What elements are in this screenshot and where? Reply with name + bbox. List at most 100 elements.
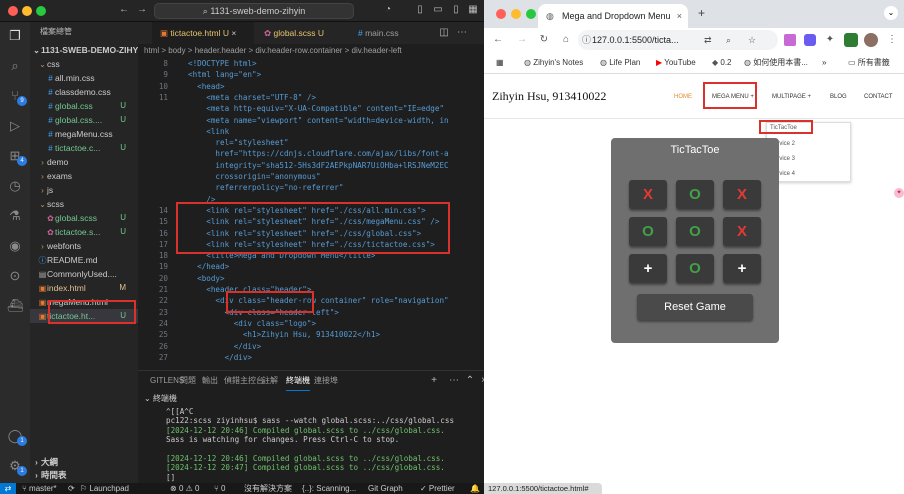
reload-icon[interactable]: ↻ xyxy=(538,34,550,46)
back-arrow-icon[interactable]: ← xyxy=(492,34,504,46)
panel-tab[interactable]: 終端機 xyxy=(286,371,310,391)
forward-arrow-icon[interactable]: → xyxy=(136,4,148,16)
manage-gear-icon[interactable]: ⚙ 1 xyxy=(5,456,27,476)
launchpad-item[interactable]: ⚐ Launchpad xyxy=(80,483,129,494)
tree-item[interactable]: # classdemo.css xyxy=(30,85,138,99)
terminal[interactable]: ^[[A^C pc122:scss ziyinhsu$ sass --watch … xyxy=(138,407,484,483)
issues-item[interactable]: 沒有解決方案 xyxy=(244,483,292,494)
board-cell[interactable]: + xyxy=(629,254,667,283)
ports-indicator[interactable]: ⑂ 0 xyxy=(214,483,225,494)
git-graph-item[interactable]: Git Graph xyxy=(368,483,403,494)
tree-item[interactable]: # global.css U xyxy=(30,99,138,113)
board-cell[interactable]: O xyxy=(676,217,714,246)
nav-home[interactable]: HOME xyxy=(674,94,692,100)
tree-item[interactable]: ⌄css xyxy=(30,57,138,71)
timeline-section[interactable]: › 時間表 xyxy=(30,468,138,482)
tree-item[interactable]: ⌄scss xyxy=(30,197,138,211)
zoom-button[interactable] xyxy=(36,6,46,16)
tree-item[interactable]: ✿tictactoe.s... U xyxy=(30,225,138,239)
command-center[interactable]: ⌕ 1131-sweb-demo-zihyin xyxy=(154,3,354,19)
tab-search-icon[interactable]: ⌄ xyxy=(884,6,898,20)
search-icon[interactable]: ⌕ xyxy=(5,56,25,76)
copilot-icon[interactable]: ◔ xyxy=(382,4,394,16)
layout-icon[interactable]: ▦ xyxy=(467,4,479,16)
nav-blog[interactable]: BLOG xyxy=(830,94,847,100)
bookmarks-overflow-icon[interactable]: » xyxy=(822,52,826,74)
project-root[interactable]: ⌄1131-SWEB-DEMO-ZIHYIN xyxy=(30,43,138,57)
site-info-icon[interactable]: ⓘ xyxy=(582,30,591,50)
tab-main-css[interactable]: # main.css xyxy=(350,22,430,44)
bookmark-youtube[interactable]: ▶ YouTube xyxy=(656,52,696,74)
notifications-icon[interactable]: 🔔 xyxy=(470,483,480,494)
tab-tictactoe-html[interactable]: ▣ tictactoe.html U × xyxy=(152,22,254,44)
translate-icon[interactable]: ⇄ xyxy=(704,30,712,50)
reset-game-button[interactable]: Reset Game xyxy=(637,294,753,320)
extension-icon[interactable] xyxy=(784,34,796,46)
remote-indicator[interactable]: ⇄ xyxy=(0,483,16,494)
back-arrow-icon[interactable]: ← xyxy=(118,4,130,16)
tree-item[interactable]: ▣index.html M xyxy=(30,281,138,295)
minimize-button[interactable] xyxy=(511,9,521,19)
board-cell[interactable]: O xyxy=(676,254,714,283)
board-cell[interactable]: X xyxy=(723,180,761,209)
close-tab-icon[interactable]: × xyxy=(231,28,236,38)
remote-icon[interactable]: ⊙ xyxy=(5,266,25,286)
zoom-button[interactable] xyxy=(526,9,536,19)
nav-multipage[interactable]: MULTIPAGE + xyxy=(772,94,811,100)
panel-right-icon[interactable]: ▯ xyxy=(450,4,462,16)
scanning-item[interactable]: {..}: Scanning... xyxy=(302,483,356,494)
panel-bottom-icon[interactable]: ▭ xyxy=(432,4,444,16)
tree-item[interactable]: › exams xyxy=(30,169,138,183)
minimize-button[interactable] xyxy=(22,6,32,16)
home-icon[interactable]: ⌂ xyxy=(560,34,572,46)
panel-tab[interactable]: 偵錯主控台 xyxy=(224,371,264,391)
testing-icon[interactable]: ⚗ xyxy=(5,206,25,226)
prettier-item[interactable]: ✓ Prettier xyxy=(420,483,455,494)
browser-tab-active[interactable]: ◍ Mega and Dropdown Menu × xyxy=(538,4,688,28)
address-bar[interactable]: ⓘ 127.0.0.1:5500/tictа... ⇄ ⌕ ☆ xyxy=(578,30,778,50)
tree-item[interactable]: # all.min.css xyxy=(30,71,138,85)
bookmark-version[interactable]: ◆ 0.2 xyxy=(712,52,732,74)
split-editor-icon[interactable]: ◫ xyxy=(438,27,450,39)
account-icon[interactable]: ◯ 1 xyxy=(5,426,27,446)
new-terminal-icon[interactable]: + xyxy=(428,375,440,387)
profile-avatar[interactable] xyxy=(864,33,878,47)
board-cell[interactable]: X xyxy=(629,180,667,209)
tab-global-scss[interactable]: ✿ global.scss U xyxy=(256,22,344,44)
more-actions-icon[interactable]: ⋯ xyxy=(456,27,468,39)
zoom-icon[interactable]: ⌕ xyxy=(726,30,731,50)
close-button[interactable] xyxy=(496,9,506,19)
terminal-section-header[interactable]: ⌄ 終端機 xyxy=(144,393,177,404)
source-control-icon[interactable]: ⑂ 9 xyxy=(5,86,27,106)
panel-tab[interactable]: 問題 xyxy=(180,371,196,391)
breadcrumb[interactable]: html > body > header.header > div.header… xyxy=(138,44,484,58)
sync-icon[interactable]: ⟳ xyxy=(68,483,75,494)
tree-item[interactable]: › js xyxy=(30,183,138,197)
tree-item[interactable]: # tictactoe.c... U xyxy=(30,141,138,155)
tree-item[interactable]: ✿global.scss U xyxy=(30,211,138,225)
tree-item[interactable]: › demo xyxy=(30,155,138,169)
menu-kebab-icon[interactable]: ⋮ xyxy=(886,34,898,46)
run-debug-icon[interactable]: ▷ xyxy=(5,116,25,136)
board-cell[interactable]: + xyxy=(723,254,761,283)
extension-icon-3[interactable] xyxy=(844,33,858,47)
extensions-puzzle-icon[interactable]: ✦ xyxy=(824,34,836,46)
timeline-icon[interactable]: ◷ xyxy=(5,176,25,196)
bookmark-book[interactable]: ◍ 如何使用本書... xyxy=(744,52,808,74)
docker-icon[interactable]: ⛴ xyxy=(5,296,25,316)
floating-widget-icon[interactable]: ✦ xyxy=(894,188,904,198)
tree-item[interactable]: # global.css.... U xyxy=(30,113,138,127)
new-tab-icon[interactable]: + xyxy=(698,6,705,20)
tree-item[interactable]: ▤CommonlyUsed.... xyxy=(30,267,138,281)
gitlens-icon[interactable]: ◉ xyxy=(5,236,25,256)
tree-item[interactable]: ⓘREADME.md xyxy=(30,253,138,267)
extension-icon-2[interactable] xyxy=(804,34,816,46)
bookmark-notes[interactable]: ◍ Zihyin's Notes xyxy=(524,52,583,74)
extensions-icon[interactable]: ⊞ 4 xyxy=(5,146,27,166)
forward-arrow-icon[interactable]: → xyxy=(516,34,528,46)
board-cell[interactable]: O xyxy=(629,217,667,246)
more-icon[interactable]: ⋯ xyxy=(448,375,460,387)
branch-indicator[interactable]: ⑂ master* xyxy=(22,483,57,494)
close-tab-icon[interactable]: × xyxy=(677,4,682,28)
outline-section[interactable]: › 大綱 xyxy=(30,455,138,469)
